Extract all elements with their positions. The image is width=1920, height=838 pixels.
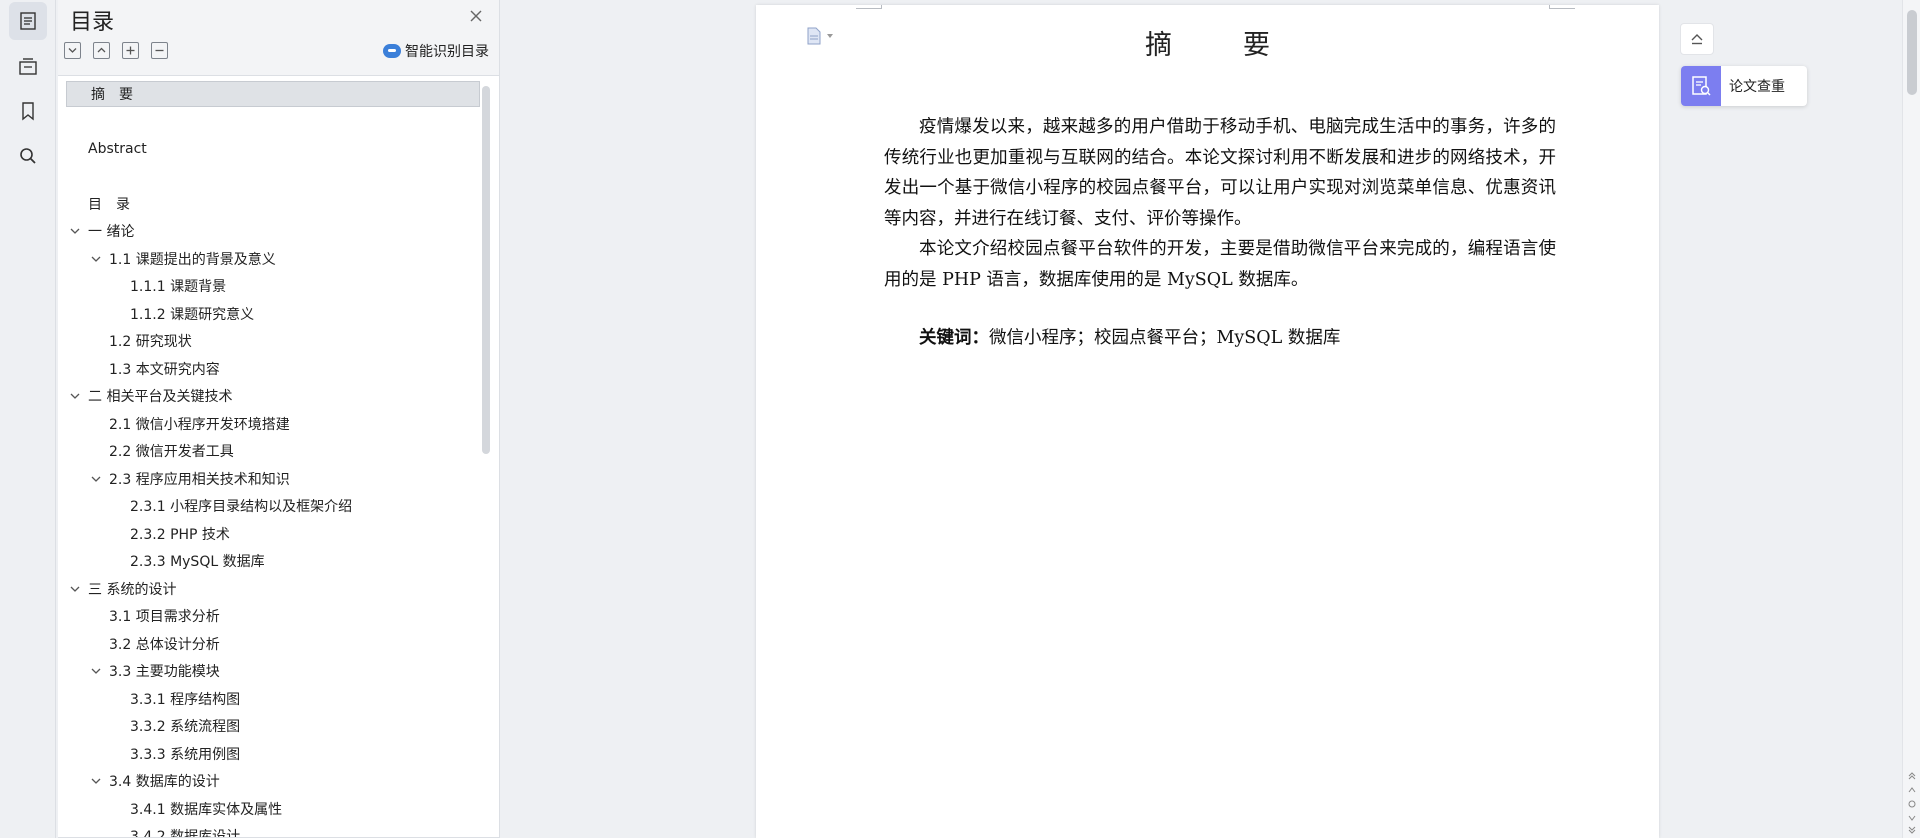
toc-item-label: 1.1.1 课题背景 — [130, 279, 227, 295]
toc-toolbar — [64, 42, 168, 59]
chevron-down-icon[interactable] — [68, 224, 82, 238]
toc-item[interactable]: 摘 要 — [66, 81, 480, 107]
document-heading: 摘 要 — [1145, 30, 1292, 61]
toc-item-label: 一 绪论 — [88, 224, 135, 240]
toc-item-label: 2.3.3 MySQL 数据库 — [130, 554, 265, 570]
collapse-toolbar-button[interactable] — [1680, 23, 1714, 55]
toc-item-label: 2.3 程序应用相关技术和知识 — [109, 471, 290, 488]
toc-item-label: 3.3 主要功能模块 — [109, 664, 220, 680]
toc-item[interactable]: 3.4 数据库的设计 — [89, 768, 220, 794]
toc-item[interactable]: 1.1 课题提出的背景及意义 — [89, 246, 276, 272]
toc-item[interactable]: 二 相关平台及关键技术 — [68, 383, 232, 409]
plagiarism-check-button[interactable]: 论文查重 — [1681, 66, 1807, 106]
page-up-icon[interactable] — [1908, 772, 1916, 780]
toc-item-label: 1.1 课题提出的背景及意义 — [109, 251, 276, 268]
toc-item-label: 3.4.1 数据库实体及属性 — [130, 801, 283, 818]
toc-item[interactable]: 1.3 本文研究内容 — [109, 356, 220, 382]
close-icon[interactable] — [468, 8, 484, 24]
smart-recognize-toc-button[interactable]: 智能识别目录 — [383, 41, 489, 61]
collapse-all-icon[interactable] — [93, 42, 110, 59]
toc-item[interactable]: 一 绪论 — [68, 218, 134, 244]
toc-item-label: 2.3.1 小程序目录结构以及框架介绍 — [130, 499, 353, 515]
toc-item-label: 三 系统的设计 — [88, 581, 177, 598]
navigation-icon[interactable] — [9, 47, 47, 85]
eject-icon — [1691, 34, 1703, 45]
toc-item[interactable]: 2.3.1 小程序目录结构以及框架介绍 — [130, 493, 352, 519]
smart-recognize-icon — [383, 44, 401, 58]
chevron-down-icon[interactable] — [89, 774, 103, 788]
margin-marker — [856, 5, 882, 9]
scroll-up-icon[interactable] — [1908, 786, 1916, 794]
chevron-down-icon[interactable] — [89, 252, 103, 266]
left-icon-rail — [0, 0, 56, 838]
chevron-down-icon[interactable] — [68, 582, 82, 596]
toc-item[interactable]: 三 系统的设计 — [68, 576, 176, 602]
toc-item-label: 3.4 数据库的设计 — [109, 774, 220, 790]
toc-item-label: 二 相关平台及关键技术 — [88, 389, 233, 405]
toc-item[interactable]: 2.1 微信小程序开发环境搭建 — [109, 411, 290, 437]
toc-item[interactable]: 3.3.3 系统用例图 — [130, 741, 240, 767]
keywords-label: 关键词： — [919, 328, 989, 348]
toc-item[interactable]: 1.1.2 课题研究意义 — [130, 301, 254, 327]
toc-item-label: 1.1.2 课题研究意义 — [130, 306, 255, 323]
toc-item[interactable]: 3.3.1 程序结构图 — [130, 686, 240, 712]
toc-item[interactable]: 1.2 研究现状 — [109, 328, 192, 354]
search-icon[interactable] — [9, 137, 47, 175]
toc-item[interactable]: 2.3 程序应用相关技术和知识 — [89, 466, 290, 492]
toc-item[interactable]: 3.2 总体设计分析 — [109, 631, 220, 657]
toc-item-label: 2.3.2 PHP 技术 — [130, 526, 230, 543]
toc-item-label: 2.1 微信小程序开发环境搭建 — [109, 416, 290, 433]
toc-item[interactable]: 3.1 项目需求分析 — [109, 603, 220, 629]
toc-item[interactable]: 目 录 — [88, 191, 130, 217]
toc-item[interactable]: 2.3.3 MySQL 数据库 — [130, 548, 265, 574]
toc-item-label: Abstract — [88, 141, 147, 157]
plagiarism-check-icon — [1681, 66, 1721, 106]
toc-item-label: 3.1 项目需求分析 — [109, 609, 220, 625]
toc-list: 摘 要 Abstract 目 录一 绪论 1.1 课题提出的背景及意义 1.1.1 课题… — [58, 75, 500, 838]
document-page: 摘 要 疫情爆发以来，越来越多的用户借助于移动手机、电脑完成生活中的事务，许多的… — [756, 5, 1659, 838]
toc-item[interactable]: 3.4.1 数据库实体及属性 — [130, 796, 282, 822]
toc-item[interactable]: 1.1.1 课题背景 — [130, 273, 226, 299]
toc-item-label: 摘 要 — [91, 87, 133, 103]
toc-item-label: 1.3 本文研究内容 — [109, 361, 220, 378]
document-scrollbar[interactable] — [1902, 0, 1920, 838]
toc-item[interactable]: 3.3.2 系统流程图 — [130, 713, 240, 739]
toc-item-label: 3.3.1 程序结构图 — [130, 691, 241, 708]
document-paragraph-2: 本论文介绍校园点餐平台软件的开发，主要是借助微信平台来完成的，编程语言使用的是 … — [884, 239, 1556, 290]
toc-item-label: 3.3.3 系统用例图 — [130, 746, 241, 763]
expand-all-icon[interactable] — [64, 42, 81, 59]
smart-recognize-label: 智能识别目录 — [405, 44, 489, 60]
remove-heading-icon[interactable] — [151, 42, 168, 59]
plagiarism-check-label: 论文查重 — [1729, 79, 1785, 95]
toc-item-label: 3.2 总体设计分析 — [109, 636, 220, 653]
toc-scrollbar[interactable] — [482, 86, 490, 454]
chevron-down-icon[interactable] — [68, 389, 82, 403]
toc-item[interactable]: 3.4.2 数据库设计 — [130, 823, 241, 838]
toc-item[interactable]: Abstract — [88, 136, 147, 162]
toc-panel-icon[interactable] — [9, 2, 47, 40]
toc-title: 目录 — [70, 10, 115, 35]
add-heading-icon[interactable] — [122, 42, 139, 59]
chevron-down-icon[interactable] — [89, 664, 103, 678]
toc-item[interactable]: 2.3.2 PHP 技术 — [130, 521, 230, 547]
chevron-down-icon[interactable] — [89, 472, 103, 486]
scrollbar-thumb[interactable] — [1907, 10, 1917, 95]
toc-item[interactable]: 3.3 主要功能模块 — [89, 658, 220, 684]
toc-item-label: 1.2 研究现状 — [109, 334, 192, 350]
toc-item[interactable]: 2.2 微信开发者工具 — [109, 438, 234, 464]
bookmark-icon[interactable] — [9, 92, 47, 130]
page-down-icon[interactable] — [1908, 826, 1916, 834]
select-browse-object-icon[interactable] — [1908, 800, 1916, 808]
toc-item-label: 2.2 微信开发者工具 — [109, 444, 234, 460]
toc-panel: 目录 智能识别目录 摘 要 Abstract 目 录一 绪论 1.1 课题提出的背景及… — [58, 0, 500, 838]
toc-item-label: 3.3.2 系统流程图 — [130, 719, 241, 735]
toc-item-label: 目 录 — [88, 197, 130, 213]
keywords-line: 关键词：微信小程序；校园点餐平台；MySQL 数据库 — [884, 324, 1340, 349]
toc-item-label: 3.4.2 数据库设计 — [130, 829, 241, 838]
scroll-down-icon[interactable] — [1908, 814, 1916, 822]
document-paragraph-1: 疫情爆发以来，越来越多的用户借助于移动手机、电脑完成生活中的事务，许多的传统行业… — [884, 117, 1556, 229]
keywords-text: 微信小程序；校园点餐平台；MySQL 数据库 — [989, 328, 1341, 348]
margin-marker — [1549, 5, 1575, 9]
